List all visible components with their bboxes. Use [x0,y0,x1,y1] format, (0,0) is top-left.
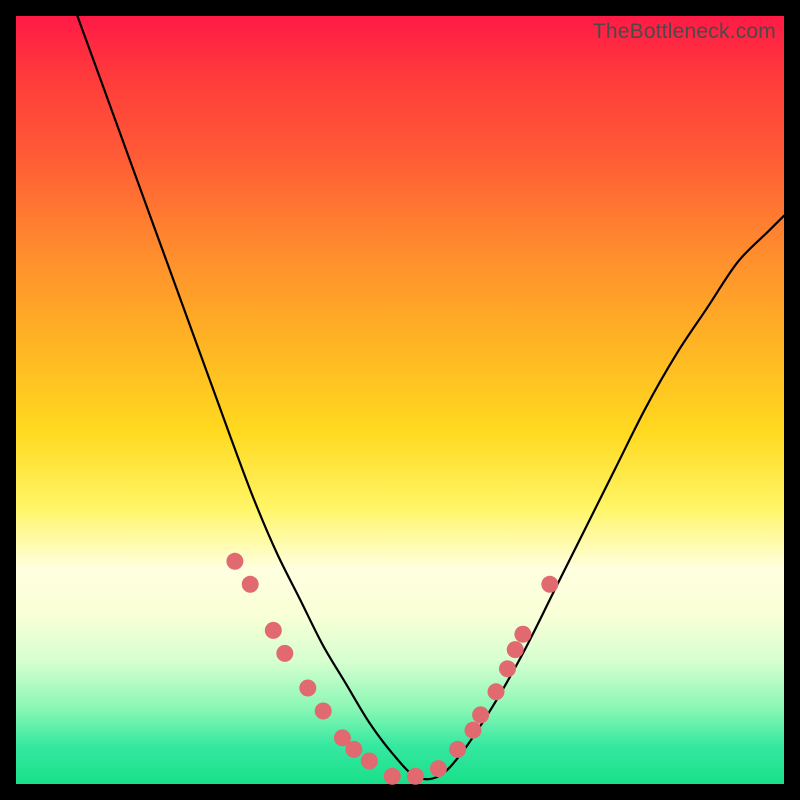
marker-point [345,741,362,758]
chart-frame: TheBottleneck.com [0,0,800,800]
marker-point [242,576,259,593]
marker-point [430,760,447,777]
marker-point [499,660,516,677]
bottleneck-curve [77,16,784,779]
marker-point [384,768,401,785]
marker-point [299,680,316,697]
marker-point [361,753,378,770]
marker-point [265,622,282,639]
marker-point [488,683,505,700]
marker-point [276,645,293,662]
marker-point [507,641,524,658]
marker-point [407,768,424,785]
marker-point [315,703,332,720]
marker-point [465,722,482,739]
marker-point [226,553,243,570]
marker-point [541,576,558,593]
chart-svg [16,16,784,784]
marker-point [514,626,531,643]
plot-area: TheBottleneck.com [16,16,784,784]
curve-markers [226,553,558,785]
marker-point [472,706,489,723]
marker-point [449,741,466,758]
